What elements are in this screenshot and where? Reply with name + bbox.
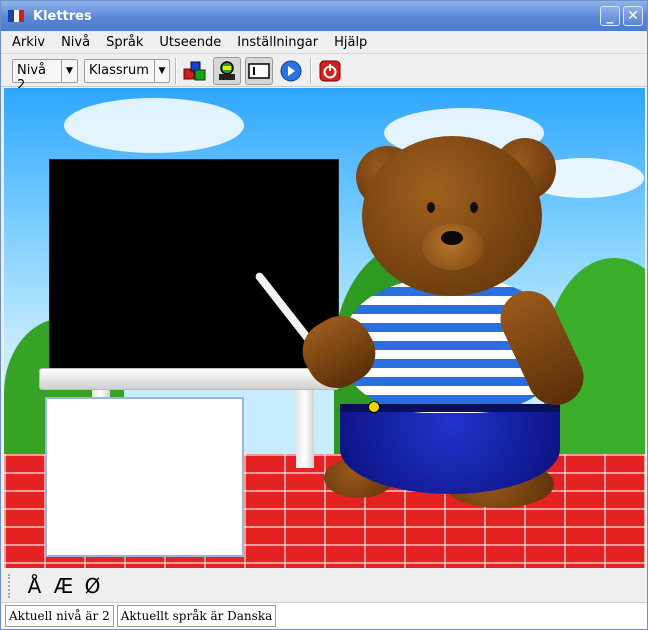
char-button-o-slash[interactable]: Ø <box>78 574 107 598</box>
board-leg <box>296 388 314 468</box>
close-button[interactable]: ✕ <box>623 6 643 26</box>
menu-hjalp[interactable]: Hjälp <box>334 35 367 50</box>
title-bar[interactable]: Klettres _ ✕ <box>1 1 647 31</box>
bear-eye <box>470 202 478 213</box>
bear-shorts <box>340 404 560 494</box>
special-chars-toolbar: Å Æ Ø <box>1 570 647 602</box>
blocks-icon <box>183 61 206 80</box>
char-button-ae[interactable]: Æ <box>49 574 78 598</box>
window-title: Klettres <box>33 8 92 24</box>
show-letter-button[interactable] <box>245 56 273 85</box>
classroom-scene <box>4 88 645 568</box>
quit-icon <box>319 60 341 81</box>
menu-arkiv[interactable]: Arkiv <box>12 35 45 50</box>
menu-sprak[interactable]: Språk <box>106 35 143 50</box>
bear-head <box>362 136 542 296</box>
next-arrow-icon <box>280 60 302 81</box>
status-level: Aktuell nivå är 2 <box>5 605 114 627</box>
menu-installningar[interactable]: Inställningar <box>237 35 318 50</box>
kid-mode-button[interactable] <box>181 57 209 85</box>
chevron-down-icon: ▼ <box>61 59 77 82</box>
level-combo[interactable]: Nivå 2 ▼ <box>12 58 78 93</box>
grownup-mode-button[interactable] <box>213 56 241 85</box>
letter-box-icon <box>248 62 270 79</box>
blackboard-ledge <box>39 368 339 390</box>
toolbar: Nivå 2 ▼ Klassrum ▼ <box>1 55 647 93</box>
blackboard <box>49 159 339 371</box>
grownup-icon <box>219 60 235 80</box>
bear-nose <box>441 231 463 245</box>
status-bar: Aktuell nivå är 2 Aktuellt språk är Dans… <box>1 602 647 629</box>
menu-utseende[interactable]: Utseende <box>159 35 221 50</box>
char-button-a-ring[interactable]: Å <box>20 574 49 598</box>
status-language: Aktuellt språk är Danska <box>116 605 277 627</box>
level-combo-value: Nivå 2 <box>17 62 46 93</box>
french-flag-icon <box>8 10 24 22</box>
menu-niva[interactable]: Nivå <box>61 35 90 50</box>
chevron-down-icon: ▼ <box>153 59 169 82</box>
letter-display-panel <box>45 397 244 557</box>
cloud <box>64 98 244 153</box>
app-window: Klettres _ ✕ Arkiv Nivå Språk Utseende I… <box>0 0 648 630</box>
quit-button[interactable] <box>316 57 344 85</box>
toolbar-separator <box>175 57 177 84</box>
theme-combo[interactable]: Klassrum ▼ <box>84 58 170 83</box>
toolbar-grip[interactable] <box>8 574 12 598</box>
menu-bar: Arkiv Nivå Språk Utseende Inställningar … <box>1 31 647 54</box>
minimize-button[interactable]: _ <box>600 6 620 26</box>
toolbar-separator <box>310 57 312 84</box>
bear-belt-buckle <box>368 401 380 413</box>
theme-combo-value: Klassrum <box>89 62 149 78</box>
bear-eye <box>427 202 435 213</box>
next-button[interactable] <box>277 57 305 85</box>
